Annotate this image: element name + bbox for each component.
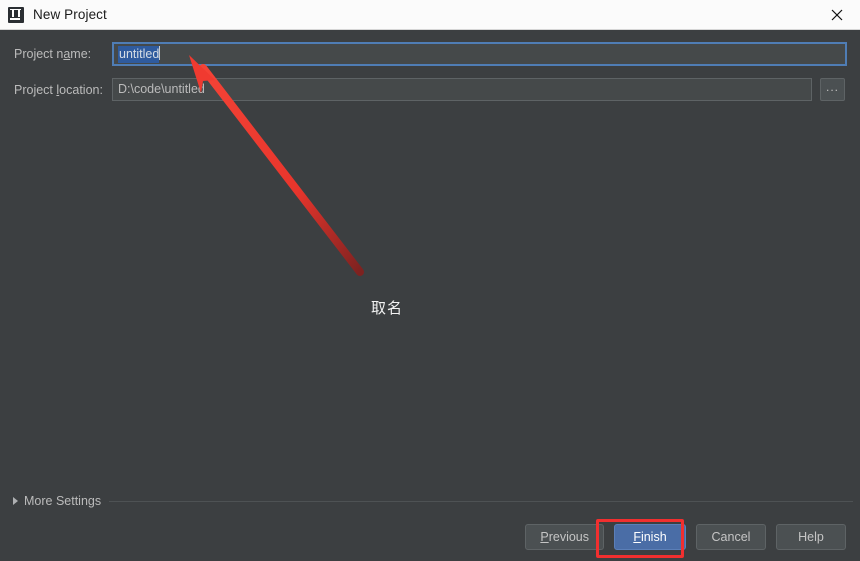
project-name-label: Project name: — [14, 47, 92, 61]
project-location-row: Project location: D:\code\untitled — [14, 78, 812, 101]
project-name-label-cell: Project name: — [14, 45, 112, 63]
project-location-label: Project location: — [14, 82, 103, 97]
project-name-value: untitled — [118, 46, 160, 63]
more-settings-section[interactable]: More Settings — [13, 494, 853, 508]
project-name-input[interactable]: untitled — [112, 42, 847, 66]
close-icon — [831, 9, 843, 20]
finish-button[interactable]: Finish — [614, 524, 686, 550]
more-settings-label: More Settings — [24, 494, 102, 508]
browse-location-button[interactable]: ... — [820, 78, 845, 101]
callout-text: 取名 — [371, 299, 404, 317]
close-button[interactable] — [814, 0, 860, 29]
previous-button[interactable]: Previous — [525, 524, 604, 550]
window-title: New Project — [33, 7, 107, 22]
project-location-input[interactable]: D:\code\untitled — [112, 78, 812, 101]
project-name-row: Project name: untitled — [14, 42, 847, 66]
intellij-idea-icon — [8, 6, 24, 23]
help-button[interactable]: Help — [776, 524, 846, 550]
section-divider — [109, 501, 853, 502]
project-location-label-cell: Project location: — [14, 81, 112, 99]
text-caret — [159, 46, 161, 60]
dialog-button-bar: Previous Finish Cancel Help — [525, 524, 846, 550]
title-bar: New Project — [0, 0, 860, 30]
new-project-dialog: New Project Project name: untitled Proje… — [0, 0, 860, 561]
chevron-right-icon — [13, 497, 18, 505]
cancel-button[interactable]: Cancel — [696, 524, 766, 550]
